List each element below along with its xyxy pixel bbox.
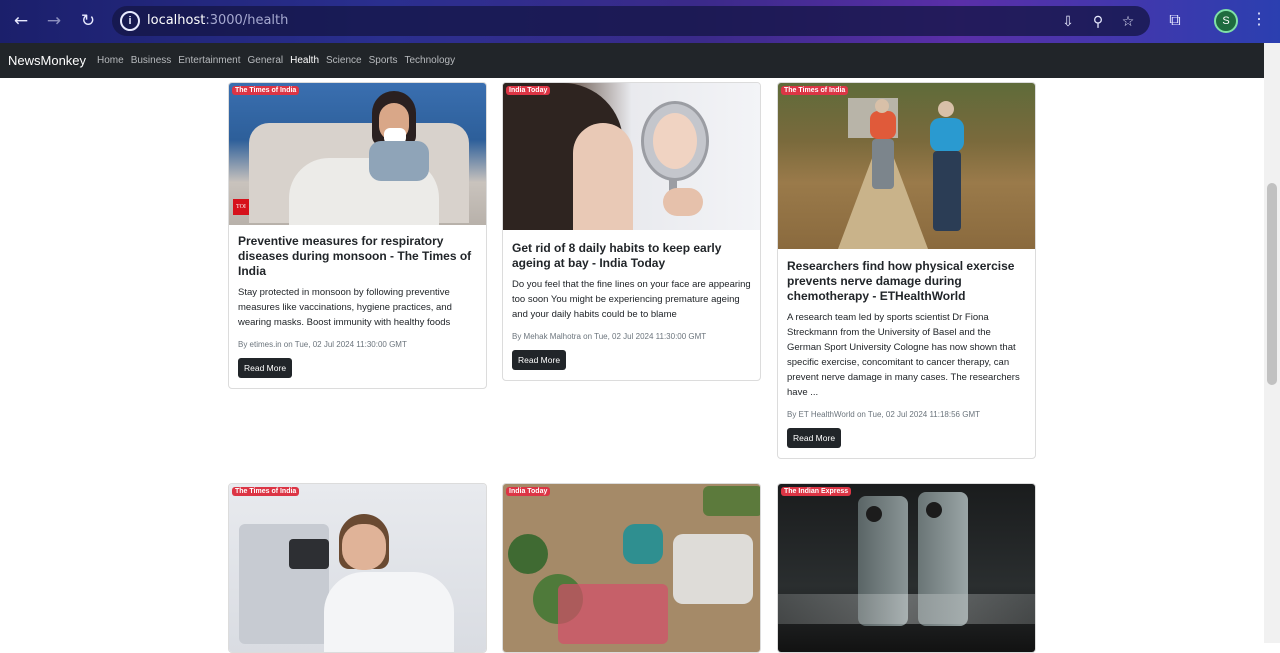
extensions-icon[interactable]: ⧉: [1165, 10, 1185, 30]
news-card: The Indian Express: [777, 483, 1036, 653]
news-image: The Indian Express: [778, 484, 1035, 652]
source-badge: The Indian Express: [781, 487, 852, 496]
browser-toolbar: ← → ↻ i localhost:3000/health ⇩ ⚲ ☆ ⧉ S …: [0, 0, 1280, 43]
site-info-icon[interactable]: i: [120, 11, 140, 31]
news-image: India Today: [503, 83, 760, 230]
nav-link-science[interactable]: Science: [326, 55, 362, 66]
url-text[interactable]: localhost:3000/health: [147, 13, 288, 28]
read-more-button[interactable]: Read More: [512, 350, 567, 370]
reload-icon[interactable]: ↻: [75, 8, 101, 34]
news-image: India Today: [503, 484, 760, 652]
card-description: A research team led by sports scientist …: [787, 312, 1020, 398]
nav-link-general[interactable]: General: [248, 55, 284, 66]
app-navbar: NewsMonkey Home Business Entertainment G…: [0, 43, 1264, 78]
nav-link-technology[interactable]: Technology: [405, 55, 456, 66]
more-menu-icon[interactable]: ⋮: [1251, 10, 1267, 30]
nav-link-business[interactable]: Business: [131, 55, 172, 66]
nav-links: Home Business Entertainment General Heal…: [97, 55, 455, 66]
news-image: The Times of India TOI: [229, 83, 486, 225]
source-badge: India Today: [506, 487, 551, 496]
page-scrollbar[interactable]: [1264, 43, 1280, 643]
nav-link-sports[interactable]: Sports: [369, 55, 398, 66]
brand-link[interactable]: NewsMonkey: [8, 53, 86, 68]
read-more-button[interactable]: Read More: [787, 428, 842, 448]
news-image: The Times of India: [778, 83, 1035, 249]
news-image: The Times of India: [229, 484, 486, 652]
zoom-icon[interactable]: ⚲: [1088, 12, 1108, 32]
source-badge: India Today: [506, 86, 551, 95]
source-badge: The Times of India: [232, 487, 300, 496]
card-meta: By etimes.in on Tue, 02 Jul 2024 11:30:0…: [238, 340, 407, 349]
profile-avatar[interactable]: S: [1214, 9, 1238, 33]
news-card: The Times of India TOI Preventive measur…: [228, 82, 487, 389]
card-meta: By Mehak Malhotra on Tue, 02 Jul 2024 11…: [512, 332, 707, 341]
bookmark-star-icon[interactable]: ☆: [1118, 12, 1138, 32]
news-card: India Today Get rid of 8 daily habits to…: [502, 82, 761, 381]
nav-link-home[interactable]: Home: [97, 55, 124, 66]
back-icon[interactable]: ←: [8, 8, 34, 34]
card-description: Do you feel that the fine lines on your …: [512, 279, 751, 320]
news-card: The Times of India Researchers find how …: [777, 82, 1036, 459]
read-more-button[interactable]: Read More: [238, 358, 293, 378]
source-badge: The Times of India: [781, 86, 849, 95]
source-badge: The Times of India: [232, 86, 300, 95]
toi-logo: TOI: [233, 199, 249, 215]
nav-link-health[interactable]: Health: [290, 55, 319, 66]
install-app-icon[interactable]: ⇩: [1058, 12, 1078, 32]
card-title: Get rid of 8 daily habits to keep early …: [512, 241, 722, 270]
scrollbar-thumb[interactable]: [1267, 183, 1277, 385]
news-card: The Times of India: [228, 483, 487, 653]
forward-icon[interactable]: →: [41, 8, 67, 34]
address-bar[interactable]: i localhost:3000/health ⇩ ⚲ ☆: [112, 6, 1150, 36]
card-title: Researchers find how physical exercise p…: [787, 259, 1015, 303]
card-title: Preventive measures for respiratory dise…: [238, 234, 472, 278]
card-meta: By ET HealthWorld on Tue, 02 Jul 2024 11…: [787, 410, 980, 419]
news-card: India Today: [502, 483, 761, 653]
card-description: Stay protected in monsoon by following p…: [238, 287, 452, 328]
nav-link-entertainment[interactable]: Entertainment: [178, 55, 240, 66]
